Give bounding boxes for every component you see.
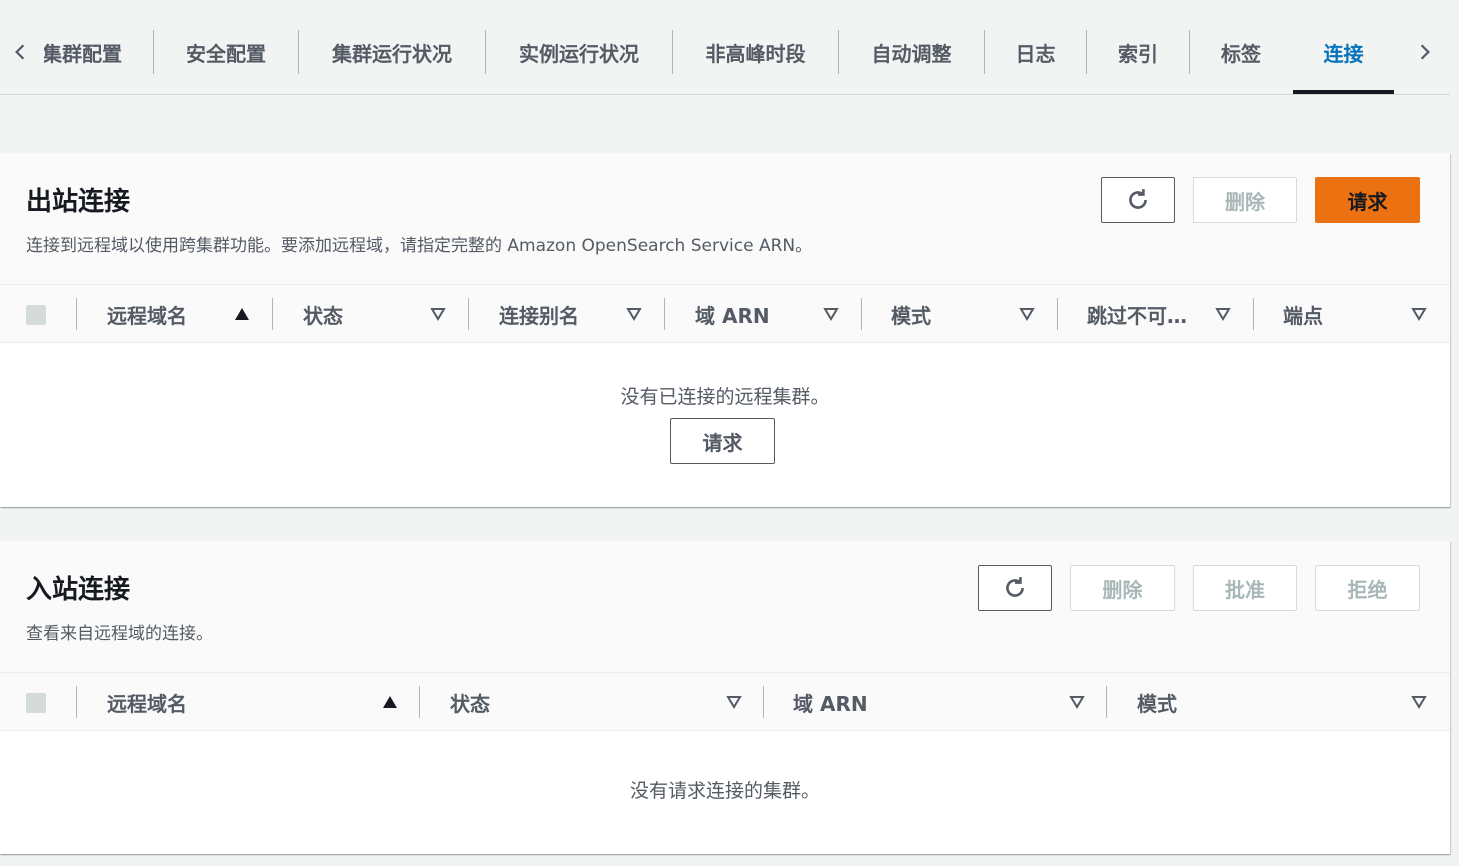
inbound-empty-message: 没有请求连接的集群。 bbox=[629, 780, 820, 802]
outbound-refresh-button[interactable] bbox=[1101, 177, 1175, 223]
column-divider bbox=[1057, 298, 1058, 330]
inbound-refresh-button[interactable] bbox=[978, 565, 1052, 611]
select-all-checkbox[interactable] bbox=[26, 693, 46, 713]
outbound-connections-panel: 出站连接 连接到远程域以使用跨集群功能。要添加远程域，请指定完整的 Amazon… bbox=[0, 153, 1450, 507]
sort-descending-icon[interactable] bbox=[1069, 694, 1085, 710]
tab-strip: 集群配置 安全配置 集群运行状况 实例运行状况 非高峰时段 自动调整 日志 索引… bbox=[44, 30, 1394, 95]
column-header-status[interactable]: 状态 bbox=[303, 285, 343, 343]
column-divider bbox=[1106, 686, 1107, 718]
chevron-right-icon[interactable] bbox=[1405, 30, 1445, 74]
inbound-approve-button[interactable]: 批准 bbox=[1193, 565, 1297, 611]
sort-descending-icon[interactable] bbox=[1411, 694, 1427, 710]
inbound-connections-panel: 入站连接 查看来自远程域的连接。 删除 批准 拒绝 远程域名 状态 域 ARN … bbox=[0, 541, 1450, 854]
tab-off-peak-window[interactable]: 非高峰时段 bbox=[673, 30, 838, 74]
outbound-description: 连接到远程域以使用跨集群功能。要添加远程域，请指定完整的 Amazon Open… bbox=[26, 236, 813, 256]
column-header-domain-arn[interactable]: 域 ARN bbox=[695, 285, 770, 343]
tab-security-config[interactable]: 安全配置 bbox=[154, 30, 298, 74]
column-divider bbox=[272, 298, 273, 330]
sort-ascending-icon[interactable] bbox=[234, 306, 250, 322]
sort-descending-icon[interactable] bbox=[726, 694, 742, 710]
column-divider bbox=[76, 686, 77, 718]
inbound-table-header: 远程域名 状态 域 ARN 模式 bbox=[0, 673, 1450, 731]
outbound-request-button[interactable]: 请求 bbox=[1315, 177, 1420, 223]
tab-indices[interactable]: 索引 bbox=[1087, 30, 1189, 74]
inbound-description: 查看来自远程域的连接。 bbox=[26, 624, 213, 644]
column-header-remote-domain[interactable]: 远程域名 bbox=[107, 285, 187, 343]
tab-auto-tune[interactable]: 自动调整 bbox=[839, 30, 984, 74]
column-header-skip-unavailable[interactable]: 跳过不可… bbox=[1087, 285, 1187, 343]
outbound-empty-request-button[interactable]: 请求 bbox=[670, 418, 775, 464]
inbound-title: 入站连接 bbox=[26, 575, 131, 605]
column-divider bbox=[763, 686, 764, 718]
sort-descending-icon[interactable] bbox=[626, 306, 642, 322]
sort-descending-icon[interactable] bbox=[430, 306, 446, 322]
outbound-panel-header: 出站连接 连接到远程域以使用跨集群功能。要添加远程域，请指定完整的 Amazon… bbox=[0, 153, 1450, 285]
sort-descending-icon[interactable] bbox=[1019, 306, 1035, 322]
tab-cluster-config[interactable]: 集群配置 bbox=[44, 30, 122, 74]
column-header-mode[interactable]: 模式 bbox=[1137, 673, 1177, 731]
sort-descending-icon[interactable] bbox=[1215, 306, 1231, 322]
tab-connections[interactable]: 连接 bbox=[1293, 30, 1394, 74]
column-divider bbox=[1253, 298, 1254, 330]
outbound-title: 出站连接 bbox=[26, 187, 131, 217]
inbound-delete-button[interactable]: 删除 bbox=[1070, 565, 1175, 611]
select-all-checkbox[interactable] bbox=[26, 305, 46, 325]
column-header-mode[interactable]: 模式 bbox=[891, 285, 931, 343]
outbound-delete-button[interactable]: 删除 bbox=[1193, 177, 1297, 223]
sort-descending-icon[interactable] bbox=[823, 306, 839, 322]
column-divider bbox=[664, 298, 665, 330]
inbound-panel-header: 入站连接 查看来自远程域的连接。 删除 批准 拒绝 bbox=[0, 541, 1450, 673]
tab-logs[interactable]: 日志 bbox=[985, 30, 1086, 74]
inbound-reject-button[interactable]: 拒绝 bbox=[1315, 565, 1420, 611]
column-header-endpoint[interactable]: 端点 bbox=[1283, 285, 1323, 343]
column-header-connection-alias[interactable]: 连接别名 bbox=[499, 285, 579, 343]
sort-descending-icon[interactable] bbox=[1411, 306, 1427, 322]
outbound-empty-message: 没有已连接的远程集群。 bbox=[620, 386, 830, 408]
column-divider bbox=[76, 298, 77, 330]
tab-tags[interactable]: 标签 bbox=[1190, 30, 1292, 74]
column-header-remote-domain[interactable]: 远程域名 bbox=[107, 673, 187, 731]
column-divider bbox=[861, 298, 862, 330]
chevron-left-icon[interactable] bbox=[0, 30, 40, 74]
outbound-table-header: 远程域名 状态 连接别名 域 ARN 模式 跳过不可… 端点 bbox=[0, 285, 1450, 343]
refresh-icon bbox=[1006, 577, 1024, 597]
refresh-icon bbox=[1129, 189, 1147, 209]
tab-instance-health[interactable]: 实例运行状况 bbox=[486, 30, 672, 74]
column-header-domain-arn[interactable]: 域 ARN bbox=[793, 673, 868, 731]
sort-ascending-icon[interactable] bbox=[382, 694, 398, 710]
column-header-status[interactable]: 状态 bbox=[450, 673, 490, 731]
column-divider bbox=[419, 686, 420, 718]
column-divider bbox=[468, 298, 469, 330]
tab-bar: 集群配置 安全配置 集群运行状况 实例运行状况 非高峰时段 自动调整 日志 索引… bbox=[0, 0, 1450, 95]
tab-cluster-health[interactable]: 集群运行状况 bbox=[299, 30, 485, 74]
active-tab-indicator bbox=[1293, 90, 1394, 94]
